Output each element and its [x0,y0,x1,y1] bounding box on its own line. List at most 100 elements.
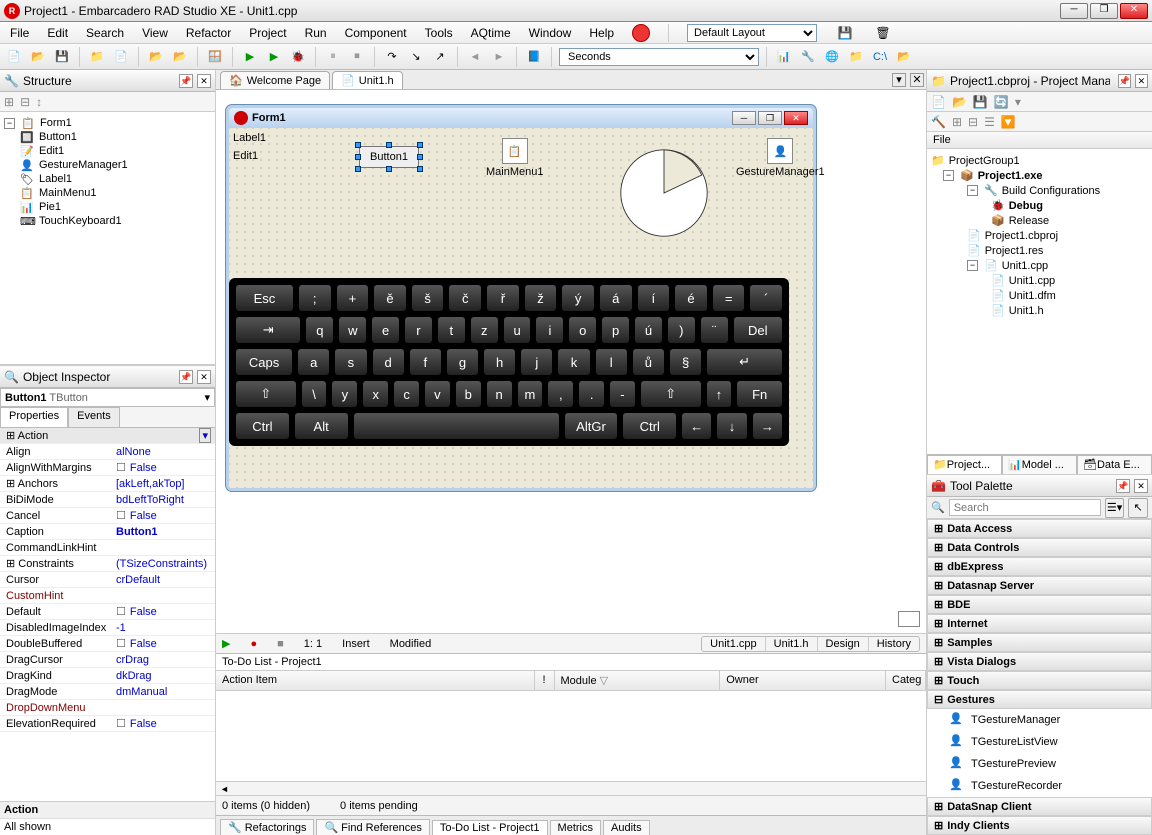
tab-properties[interactable]: Properties [0,407,68,427]
edit1-control[interactable]: Edit1 [233,150,258,162]
form-body[interactable]: Label1 Edit1 Button1 📋 MainMenu1 � [229,128,813,488]
key[interactable]: r [404,316,433,344]
key[interactable]: c [393,380,420,408]
key[interactable]: w [338,316,367,344]
step-into-icon[interactable]: ↘ [406,47,426,67]
sort-icon[interactable]: ☰ [984,115,995,129]
property-row[interactable]: ElevationRequiredFalse [0,716,215,732]
key[interactable]: ý [561,284,595,312]
key[interactable]: d [372,348,405,376]
file-icon[interactable]: 📄 [111,47,131,67]
property-row[interactable]: DropDownMenu [0,700,215,716]
key[interactable]: g [446,348,479,376]
resize-handle-icon[interactable] [898,611,920,627]
expand-toggle[interactable]: − [4,118,15,129]
form-titlebar[interactable]: Form1 ─ ❐ ✕ [229,108,813,128]
tree-project[interactable]: −📦 Project1.exe [943,168,1148,183]
menu-aqtime[interactable]: AQtime [471,26,511,40]
tab-events[interactable]: Events [68,407,120,427]
menu-refactor[interactable]: Refactor [186,26,231,40]
tab-h[interactable]: Unit1.h [765,637,817,651]
key[interactable]: Alt [294,412,349,440]
stop-run-icon[interactable]: ⏹ [347,47,367,67]
key[interactable]: č [448,284,482,312]
folder-icon[interactable]: 📁 [87,47,107,67]
tree-item[interactable]: 📝Edit1 [20,144,211,158]
collapse-icon[interactable]: ⊟ [20,95,30,109]
run-nodebug-icon[interactable]: ▶ [264,47,284,67]
property-row[interactable]: DragKinddkDrag [0,668,215,684]
close-panel-icon[interactable]: ✕ [197,74,211,88]
aq-6-icon[interactable]: 📂 [894,47,914,67]
pin-icon[interactable]: 📌 [179,74,193,88]
key[interactable]: e [371,316,400,344]
key[interactable]: o [568,316,597,344]
tree-cbproj[interactable]: 📄 Project1.cbproj [967,228,1148,243]
key[interactable]: Ctrl [235,412,290,440]
tree-item[interactable]: 🏷Label1 [20,172,211,186]
tree-unit-dfm[interactable]: 📄 Unit1.dfm [991,288,1148,303]
mainmenu-control[interactable]: 📋 MainMenu1 [486,138,543,178]
label1-control[interactable]: Label1 [233,132,266,144]
key[interactable]: x [362,380,389,408]
property-row[interactable]: AlignWithMarginsFalse [0,460,215,476]
form-designer[interactable]: Form1 ─ ❐ ✕ Label1 Edit1 Button1 [216,90,926,633]
delete-layout-icon[interactable]: 🗑 [873,23,893,43]
structure-tree[interactable]: − 📋 Form1 🔲Button1 📝Edit1 👤GestureManage… [0,112,215,364]
inspector-combo[interactable]: Button1 TButton▾ [0,388,215,407]
key[interactable]: § [669,348,702,376]
step-over-icon[interactable]: ↷ [382,47,402,67]
tab-history[interactable]: History [868,637,919,651]
new-icon[interactable]: 📄 [4,47,24,67]
run-icon[interactable]: ▶ [240,47,260,67]
key[interactable]: š [411,284,445,312]
key[interactable]: y [331,380,358,408]
todo-scrollbar[interactable]: ◄ [216,781,926,795]
key[interactable]: Fn [736,380,783,408]
key[interactable]: j [520,348,553,376]
key[interactable]: k [557,348,590,376]
key[interactable]: → [752,412,783,440]
help-icon[interactable]: 📘 [524,47,544,67]
close-panel-icon[interactable]: ✕ [1135,74,1148,88]
property-row[interactable]: ⊞ Action▾ [0,428,215,444]
menu-view[interactable]: View [142,26,168,40]
tree-release[interactable]: 📦 Release [991,213,1148,228]
palette-category[interactable]: ⊞ Vista Dialogs [927,652,1152,671]
key[interactable]: h [483,348,516,376]
button1[interactable]: Button1 [359,146,419,168]
palette-search-input[interactable] [949,499,1101,516]
close-button[interactable]: ✕ [1120,3,1148,19]
key[interactable]: ← [681,412,712,440]
file-column-header[interactable]: File [927,132,1152,149]
sort-icon[interactable]: ↕ [36,95,42,109]
key[interactable]: í [637,284,671,312]
tree-unit-h[interactable]: 📄 Unit1.h [991,303,1148,318]
key[interactable]: v [424,380,451,408]
palette-item[interactable]: 👤TGestureRecorder [927,775,1152,797]
folder2-icon[interactable]: 📂 [146,47,166,67]
palette-item[interactable]: 👤TGesturePreview [927,753,1152,775]
project-tree[interactable]: 📁 ProjectGroup1 −📦 Project1.exe −🔧 Build… [927,149,1152,454]
close-panel-icon[interactable]: ✕ [197,370,211,384]
fwd-icon[interactable]: ► [489,47,509,67]
tab-findrefs[interactable]: 🔍Find References [316,819,429,835]
palette-item[interactable]: 👤TGestureManager [927,709,1152,731]
tree-item[interactable]: 👤GestureManager1 [20,158,211,172]
key[interactable] [353,412,560,440]
collapse-all-icon[interactable]: ⊟ [968,115,978,129]
windows-icon[interactable]: 🪟 [205,47,225,67]
menu-help[interactable]: Help [589,26,614,40]
sync-icon[interactable]: 🔄 [994,95,1009,109]
property-row[interactable]: CursorcrDefault [0,572,215,588]
tab-cpp[interactable]: Unit1.cpp [702,637,764,651]
tree-unit-cpp[interactable]: 📄 Unit1.cpp [991,273,1148,288]
key[interactable]: ; [298,284,332,312]
button1-control[interactable]: Button1 [359,146,419,168]
expand-icon[interactable]: ⊞ [4,95,14,109]
key[interactable]: ⇧ [640,380,702,408]
form-close-button[interactable]: ✕ [784,111,808,125]
tab-project[interactable]: 📁Project... [927,455,1002,474]
key[interactable]: i [535,316,564,344]
save-proj-icon[interactable]: 💾 [973,95,988,109]
